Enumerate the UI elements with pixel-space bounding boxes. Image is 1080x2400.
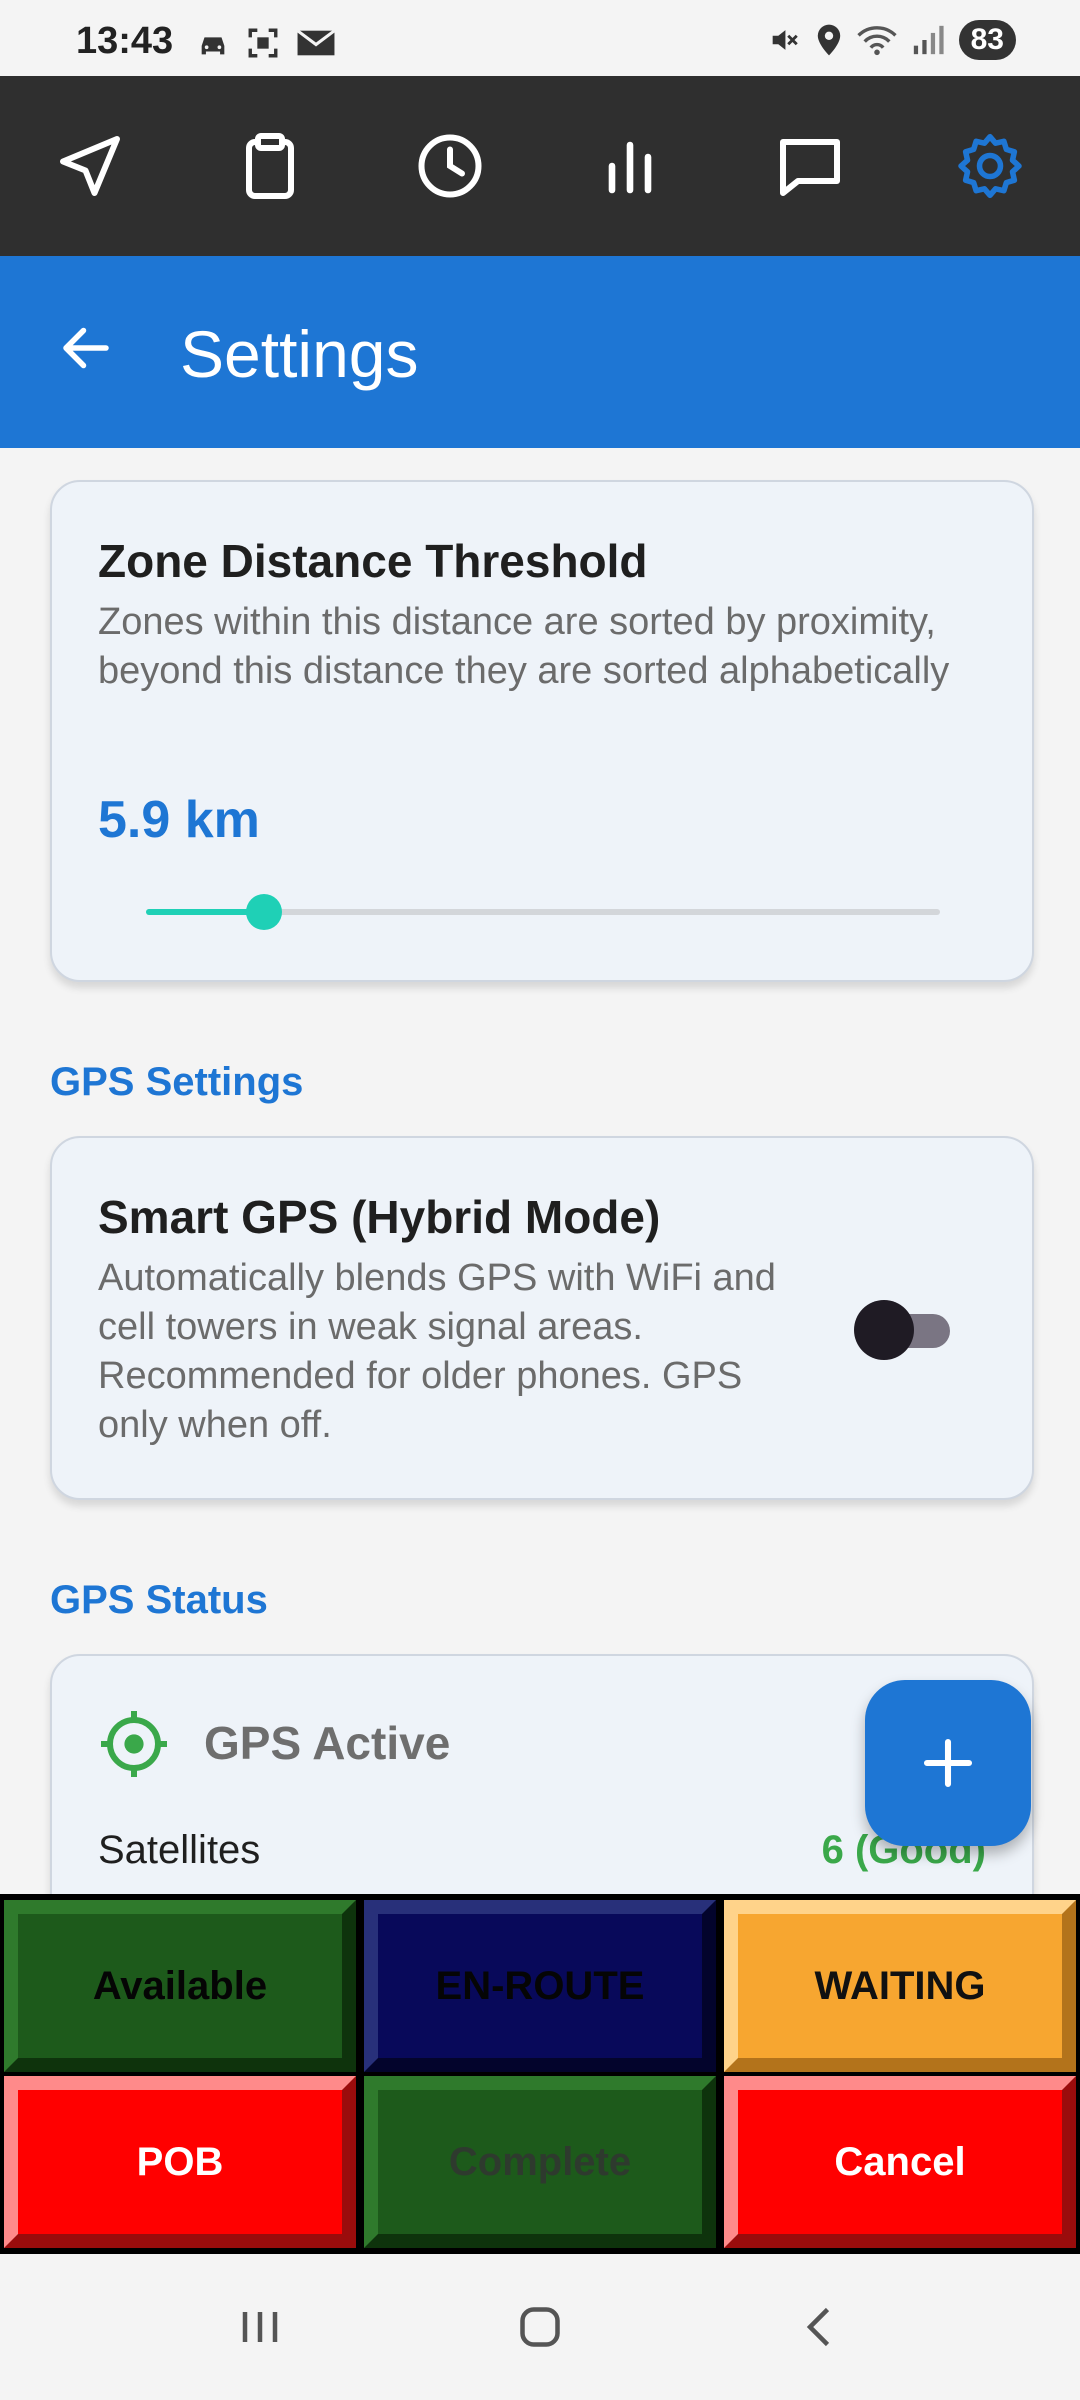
waiting-button[interactable]: WAITING	[724, 1900, 1076, 2072]
status-bar: 13:43 83	[0, 0, 1080, 76]
bar-chart-icon	[608, 141, 652, 194]
battery-indicator: 83	[958, 20, 1016, 60]
app-bar: Settings	[0, 256, 1080, 448]
back-arrow-icon[interactable]	[56, 318, 116, 378]
plus-icon	[923, 1738, 973, 1788]
recent-apps-icon[interactable]	[230, 2297, 290, 2357]
zone-distance-description: Zones within this distance are sorted by…	[98, 601, 950, 692]
available-button[interactable]: Available	[4, 1900, 356, 2072]
add-fab-button[interactable]	[865, 1680, 1031, 1846]
gps-settings-header: GPS Settings	[50, 1060, 304, 1104]
gps-state-label: GPS Active	[204, 1717, 451, 1769]
home-icon[interactable]	[510, 2297, 570, 2357]
page-title: Settings	[180, 317, 419, 391]
satellites-label: Satellites	[98, 1828, 261, 1872]
nav-stats-button[interactable]	[540, 76, 720, 256]
mute-icon	[772, 30, 798, 50]
nav-messages-button[interactable]	[720, 76, 900, 256]
toggle-knob	[854, 1300, 914, 1360]
cancel-button[interactable]: Cancel	[724, 2076, 1076, 2248]
chat-bubble-icon	[780, 139, 840, 196]
status-time: 13:43	[76, 20, 174, 62]
slider-thumb[interactable]	[245, 894, 282, 930]
clock-icon	[418, 134, 482, 198]
navigation-arrow-icon	[60, 136, 120, 196]
status-button-grid: Available EN-ROUTE WAITING POB Complete …	[0, 1894, 1080, 2254]
screenshot-icon	[248, 28, 278, 58]
clipboard-icon	[246, 133, 294, 199]
zone-distance-value: 5.9 km	[98, 791, 260, 849]
nav-history-button[interactable]	[360, 76, 540, 256]
back-icon[interactable]	[790, 2297, 850, 2357]
mail-icon	[296, 29, 336, 56]
pob-button[interactable]: POB	[4, 2076, 356, 2248]
zone-distance-slider[interactable]	[146, 882, 940, 942]
gear-icon	[958, 133, 1022, 199]
nav-settings-button[interactable]	[900, 76, 1080, 256]
smart-gps-card: Smart GPS (Hybrid Mode) Automatically bl…	[50, 1136, 1034, 1500]
system-nav-bar	[0, 2254, 1080, 2400]
top-nav-bar	[0, 76, 1080, 256]
car-icon	[201, 37, 225, 55]
wifi-icon	[856, 26, 897, 56]
nav-navigation-button[interactable]	[0, 76, 180, 256]
zone-distance-card: Zone Distance Threshold Zones within thi…	[50, 480, 1034, 982]
zone-distance-title: Zone Distance Threshold	[98, 535, 648, 587]
nav-clipboard-button[interactable]	[180, 76, 360, 256]
gps-target-icon	[101, 1711, 167, 1777]
complete-button[interactable]: Complete	[364, 2076, 716, 2248]
smart-gps-title: Smart GPS (Hybrid Mode)	[98, 1191, 661, 1243]
en-route-button[interactable]: EN-ROUTE	[364, 1900, 716, 2072]
smart-gps-toggle[interactable]	[854, 1298, 950, 1362]
location-icon	[817, 24, 840, 56]
gps-status-header: GPS Status	[50, 1578, 268, 1622]
smart-gps-description: Automatically blends GPS with WiFi and c…	[98, 1257, 776, 1446]
signal-icon	[913, 25, 944, 55]
status-icons-right: 83	[767, 20, 1016, 60]
status-icons-left	[196, 26, 336, 60]
